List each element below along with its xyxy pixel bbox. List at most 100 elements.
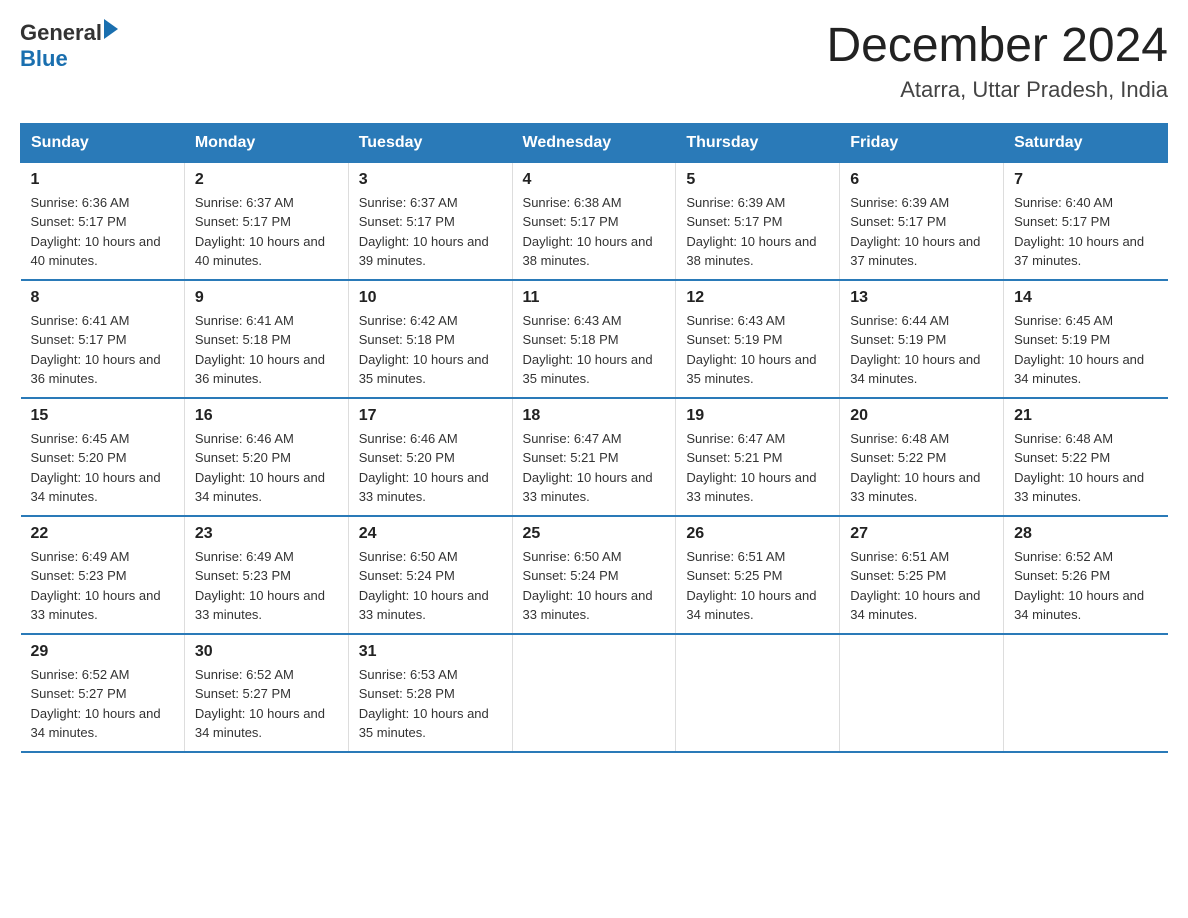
daylight-label: Daylight: 10 hours and 34 minutes.	[31, 470, 161, 505]
calendar-cell: 25 Sunrise: 6:50 AM Sunset: 5:24 PM Dayl…	[512, 516, 676, 634]
calendar-cell: 18 Sunrise: 6:47 AM Sunset: 5:21 PM Dayl…	[512, 398, 676, 516]
header-monday: Monday	[184, 123, 348, 162]
sunrise-label: Sunrise: 6:53 AM	[359, 667, 458, 682]
sunrise-label: Sunrise: 6:49 AM	[31, 549, 130, 564]
calendar-cell: 26 Sunrise: 6:51 AM Sunset: 5:25 PM Dayl…	[676, 516, 840, 634]
day-number: 6	[850, 171, 993, 189]
day-number: 10	[359, 289, 502, 307]
day-info: Sunrise: 6:51 AM Sunset: 5:25 PM Dayligh…	[686, 547, 829, 625]
day-info: Sunrise: 6:52 AM Sunset: 5:26 PM Dayligh…	[1014, 547, 1157, 625]
sunset-label: Sunset: 5:19 PM	[686, 332, 782, 347]
sunrise-label: Sunrise: 6:46 AM	[195, 431, 294, 446]
sunset-label: Sunset: 5:18 PM	[195, 332, 291, 347]
sunrise-label: Sunrise: 6:52 AM	[1014, 549, 1113, 564]
calendar-week-1: 1 Sunrise: 6:36 AM Sunset: 5:17 PM Dayli…	[21, 162, 1168, 280]
day-number: 9	[195, 289, 338, 307]
calendar-cell: 30 Sunrise: 6:52 AM Sunset: 5:27 PM Dayl…	[184, 634, 348, 752]
sunrise-label: Sunrise: 6:41 AM	[195, 313, 294, 328]
day-info: Sunrise: 6:50 AM Sunset: 5:24 PM Dayligh…	[523, 547, 666, 625]
sunset-label: Sunset: 5:26 PM	[1014, 568, 1110, 583]
day-number: 5	[686, 171, 829, 189]
sunset-label: Sunset: 5:20 PM	[195, 450, 291, 465]
calendar-cell: 31 Sunrise: 6:53 AM Sunset: 5:28 PM Dayl…	[348, 634, 512, 752]
day-info: Sunrise: 6:46 AM Sunset: 5:20 PM Dayligh…	[359, 429, 502, 507]
daylight-label: Daylight: 10 hours and 36 minutes.	[195, 352, 325, 387]
daylight-label: Daylight: 10 hours and 34 minutes.	[195, 470, 325, 505]
day-number: 26	[686, 525, 829, 543]
day-info: Sunrise: 6:45 AM Sunset: 5:19 PM Dayligh…	[1014, 311, 1157, 389]
header-tuesday: Tuesday	[348, 123, 512, 162]
calendar-cell: 21 Sunrise: 6:48 AM Sunset: 5:22 PM Dayl…	[1004, 398, 1168, 516]
daylight-label: Daylight: 10 hours and 35 minutes.	[686, 352, 816, 387]
calendar-cell: 14 Sunrise: 6:45 AM Sunset: 5:19 PM Dayl…	[1004, 280, 1168, 398]
calendar-cell: 29 Sunrise: 6:52 AM Sunset: 5:27 PM Dayl…	[21, 634, 185, 752]
sunrise-label: Sunrise: 6:39 AM	[850, 195, 949, 210]
calendar-week-2: 8 Sunrise: 6:41 AM Sunset: 5:17 PM Dayli…	[21, 280, 1168, 398]
sunset-label: Sunset: 5:17 PM	[359, 214, 455, 229]
daylight-label: Daylight: 10 hours and 37 minutes.	[850, 234, 980, 269]
calendar-cell: 28 Sunrise: 6:52 AM Sunset: 5:26 PM Dayl…	[1004, 516, 1168, 634]
sunrise-label: Sunrise: 6:45 AM	[31, 431, 130, 446]
day-number: 31	[359, 643, 502, 661]
daylight-label: Daylight: 10 hours and 34 minutes.	[195, 706, 325, 741]
sunrise-label: Sunrise: 6:50 AM	[523, 549, 622, 564]
logo-general-text: General	[20, 20, 102, 46]
daylight-label: Daylight: 10 hours and 33 minutes.	[359, 588, 489, 623]
day-number: 7	[1014, 171, 1157, 189]
month-title: December 2024	[826, 20, 1168, 73]
header-thursday: Thursday	[676, 123, 840, 162]
daylight-label: Daylight: 10 hours and 36 minutes.	[31, 352, 161, 387]
day-number: 30	[195, 643, 338, 661]
calendar-cell: 23 Sunrise: 6:49 AM Sunset: 5:23 PM Dayl…	[184, 516, 348, 634]
day-info: Sunrise: 6:53 AM Sunset: 5:28 PM Dayligh…	[359, 665, 502, 743]
sunset-label: Sunset: 5:19 PM	[850, 332, 946, 347]
daylight-label: Daylight: 10 hours and 33 minutes.	[1014, 470, 1144, 505]
calendar-week-5: 29 Sunrise: 6:52 AM Sunset: 5:27 PM Dayl…	[21, 634, 1168, 752]
sunset-label: Sunset: 5:17 PM	[1014, 214, 1110, 229]
sunrise-label: Sunrise: 6:42 AM	[359, 313, 458, 328]
calendar-cell: 1 Sunrise: 6:36 AM Sunset: 5:17 PM Dayli…	[21, 162, 185, 280]
day-info: Sunrise: 6:48 AM Sunset: 5:22 PM Dayligh…	[1014, 429, 1157, 507]
calendar-cell	[676, 634, 840, 752]
calendar-cell: 6 Sunrise: 6:39 AM Sunset: 5:17 PM Dayli…	[840, 162, 1004, 280]
sunset-label: Sunset: 5:22 PM	[850, 450, 946, 465]
sunrise-label: Sunrise: 6:37 AM	[359, 195, 458, 210]
day-info: Sunrise: 6:42 AM Sunset: 5:18 PM Dayligh…	[359, 311, 502, 389]
calendar-cell	[1004, 634, 1168, 752]
header-wednesday: Wednesday	[512, 123, 676, 162]
day-number: 11	[523, 289, 666, 307]
sunrise-label: Sunrise: 6:46 AM	[359, 431, 458, 446]
calendar-cell: 12 Sunrise: 6:43 AM Sunset: 5:19 PM Dayl…	[676, 280, 840, 398]
daylight-label: Daylight: 10 hours and 34 minutes.	[686, 588, 816, 623]
sunset-label: Sunset: 5:17 PM	[686, 214, 782, 229]
day-number: 12	[686, 289, 829, 307]
day-number: 28	[1014, 525, 1157, 543]
sunset-label: Sunset: 5:17 PM	[31, 332, 127, 347]
day-info: Sunrise: 6:52 AM Sunset: 5:27 PM Dayligh…	[195, 665, 338, 743]
calendar-cell: 11 Sunrise: 6:43 AM Sunset: 5:18 PM Dayl…	[512, 280, 676, 398]
day-info: Sunrise: 6:43 AM Sunset: 5:19 PM Dayligh…	[686, 311, 829, 389]
sunrise-label: Sunrise: 6:47 AM	[523, 431, 622, 446]
day-number: 24	[359, 525, 502, 543]
calendar-cell: 19 Sunrise: 6:47 AM Sunset: 5:21 PM Dayl…	[676, 398, 840, 516]
daylight-label: Daylight: 10 hours and 35 minutes.	[359, 352, 489, 387]
daylight-label: Daylight: 10 hours and 33 minutes.	[359, 470, 489, 505]
daylight-label: Daylight: 10 hours and 33 minutes.	[686, 470, 816, 505]
calendar-cell: 27 Sunrise: 6:51 AM Sunset: 5:25 PM Dayl…	[840, 516, 1004, 634]
logo: General Blue	[20, 20, 118, 72]
calendar-cell: 24 Sunrise: 6:50 AM Sunset: 5:24 PM Dayl…	[348, 516, 512, 634]
sunset-label: Sunset: 5:17 PM	[523, 214, 619, 229]
sunset-label: Sunset: 5:20 PM	[31, 450, 127, 465]
sunset-label: Sunset: 5:24 PM	[523, 568, 619, 583]
day-info: Sunrise: 6:46 AM Sunset: 5:20 PM Dayligh…	[195, 429, 338, 507]
day-info: Sunrise: 6:39 AM Sunset: 5:17 PM Dayligh…	[850, 193, 993, 271]
sunset-label: Sunset: 5:28 PM	[359, 686, 455, 701]
sunrise-label: Sunrise: 6:52 AM	[31, 667, 130, 682]
day-info: Sunrise: 6:37 AM Sunset: 5:17 PM Dayligh…	[359, 193, 502, 271]
sunrise-label: Sunrise: 6:48 AM	[1014, 431, 1113, 446]
header-friday: Friday	[840, 123, 1004, 162]
sunset-label: Sunset: 5:23 PM	[31, 568, 127, 583]
day-number: 17	[359, 407, 502, 425]
sunset-label: Sunset: 5:18 PM	[359, 332, 455, 347]
daylight-label: Daylight: 10 hours and 38 minutes.	[523, 234, 653, 269]
